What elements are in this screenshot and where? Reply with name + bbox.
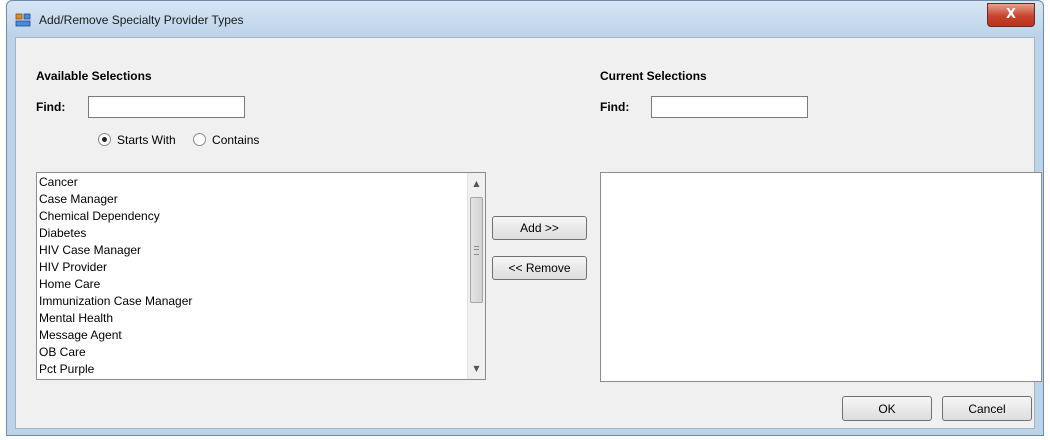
list-item[interactable]: Home Care	[39, 276, 467, 293]
scroll-thumb[interactable]	[470, 197, 483, 303]
current-find-input[interactable]	[651, 96, 808, 118]
window-app-icon	[15, 13, 31, 27]
list-item[interactable]: Pct Purple	[39, 361, 467, 378]
available-find-label: Find:	[36, 100, 66, 114]
dialog-body: Available Selections Find: Starts With C…	[15, 37, 1042, 429]
scroll-up-arrow-icon[interactable]: ▲	[468, 175, 485, 192]
available-items: Cancer Case Manager Chemical Dependency Dia…	[39, 174, 467, 378]
available-list-scrollbar[interactable]: ▲ ▼	[467, 173, 485, 379]
list-item[interactable]: HIV Provider	[39, 259, 467, 276]
list-item[interactable]: Diabetes	[39, 225, 467, 242]
list-item[interactable]: Mental Health	[39, 310, 467, 327]
list-item[interactable]: HIV Case Manager	[39, 242, 467, 259]
available-find-input[interactable]	[88, 96, 245, 118]
scroll-down-arrow-icon[interactable]: ▼	[468, 360, 485, 377]
list-item[interactable]: OB Care	[39, 344, 467, 361]
window-title: Add/Remove Specialty Provider Types	[39, 13, 244, 27]
list-item[interactable]: Message Agent	[39, 327, 467, 344]
list-item[interactable]: Cancer	[39, 174, 467, 191]
list-item[interactable]: Immunization Case Manager	[39, 293, 467, 310]
dialog-window: Add/Remove Specialty Provider Types X Av…	[6, 0, 1044, 436]
current-selections-list[interactable]	[600, 172, 1042, 382]
starts-with-label[interactable]: Starts With	[117, 133, 176, 147]
title-bar[interactable]: Add/Remove Specialty Provider Types X	[7, 1, 1043, 37]
ok-button[interactable]: OK	[842, 396, 932, 421]
cancel-button[interactable]: Cancel	[942, 396, 1032, 421]
current-selections-heading: Current Selections	[600, 69, 707, 83]
list-item[interactable]: Case Manager	[39, 191, 467, 208]
available-selections-list[interactable]: Cancer Case Manager Chemical Dependency Dia…	[36, 172, 486, 380]
match-mode-radio-group: Starts With Contains	[98, 133, 273, 147]
add-button[interactable]: Add >>	[492, 216, 587, 240]
remove-button[interactable]: << Remove	[492, 256, 587, 280]
close-button[interactable]: X	[987, 3, 1035, 27]
list-item[interactable]: Chemical Dependency	[39, 208, 467, 225]
starts-with-radio[interactable]	[98, 133, 111, 146]
contains-radio[interactable]	[193, 133, 207, 146]
scroll-grip-icon	[474, 246, 479, 255]
available-selections-heading: Available Selections	[36, 69, 152, 83]
contains-label[interactable]: Contains	[212, 133, 259, 147]
current-find-label: Find:	[600, 100, 630, 114]
